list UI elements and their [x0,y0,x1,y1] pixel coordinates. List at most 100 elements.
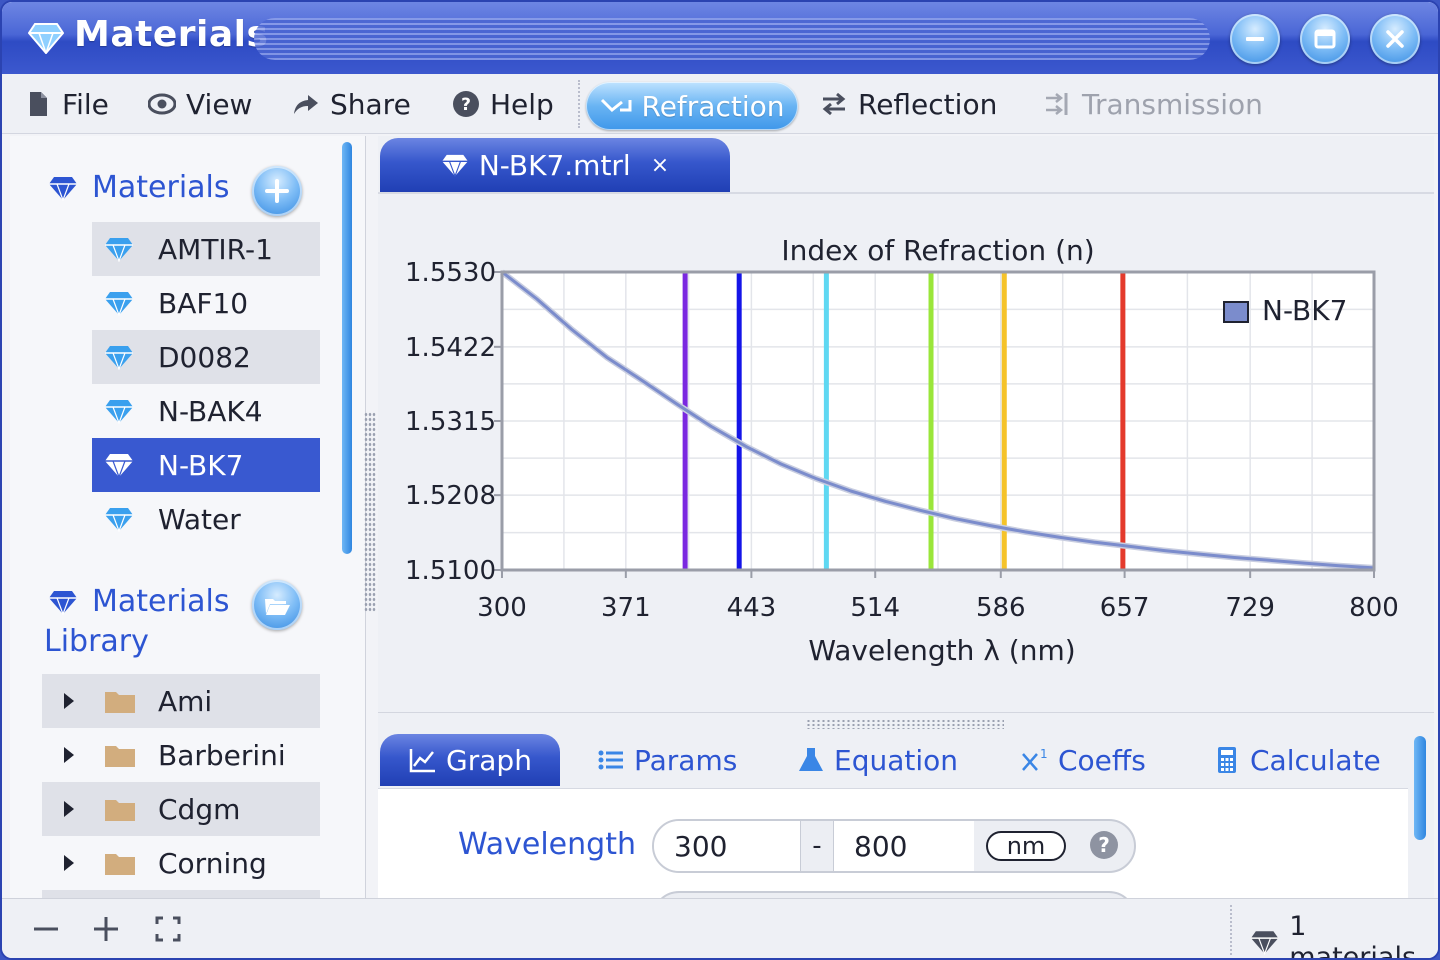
flask-icon [799,748,823,771]
help-menu[interactable]: ? Help [452,84,554,124]
x-tick-label: 657 [1100,593,1150,623]
tab-coeffs[interactable]: 1 Coeffs [1020,734,1146,786]
status-count: 1 materials [1289,911,1417,960]
material-label: BAF10 [158,286,249,320]
material-item-water[interactable]: Water [92,492,320,546]
vertical-splitter-handle[interactable] [364,412,376,612]
tab-coeffs-label: Coeffs [1058,743,1146,777]
refraction-chart-area: 300 371 443 514 586 657 729 800 1.5530 1.5422 1.53… [378,194,1434,714]
reflection-label: Reflection [858,87,998,121]
second-range-field[interactable] [652,891,1136,898]
x-axis-label: Wavelength λ (nm) [808,634,1075,667]
folder-open-icon [265,599,290,615]
y-tick-label: 1.5315 [405,407,496,437]
x-tick-label: 514 [850,593,900,623]
chart-title: Index of Refraction (n) [781,234,1094,267]
x-tick-label: 586 [976,593,1026,623]
transmission-button[interactable]: Transmission [1044,84,1263,124]
title-drag-grip[interactable] [254,18,1210,60]
material-item-d0082[interactable]: D0082 [92,330,320,384]
reflection-icon [822,92,846,116]
tab-equation[interactable]: Equation [796,734,958,786]
zoom-out-icon[interactable] [30,913,62,945]
list-icon [598,750,623,770]
library-label: Cdgm [158,792,241,826]
tab-calculate[interactable]: Calculate [1212,734,1381,786]
folder-icon [105,800,135,821]
refraction-button[interactable]: Refraction [586,82,798,130]
share-icon [294,95,318,114]
view-menu[interactable]: View [148,84,252,124]
materials-sidebar: Materials AMTIR-1 BAF10 D0082 N-BAK4 N-B… [10,136,366,898]
y-tick-label: 1.5530 [405,258,496,288]
reflection-button[interactable]: Reflection [820,84,997,124]
document-area: N-BK7.mtrl × 300 371 443 514 586 657 729 800 1.5… [378,136,1434,898]
x-tick-label: 371 [601,593,651,623]
library-item-barberini[interactable]: Barberini [42,728,320,782]
bottom-tab-bar: Graph Params Equation 1 Coeffs Calculate [378,732,1434,788]
materials-section-title: Materials [92,170,230,205]
file-menu[interactable]: File [24,84,109,124]
range-dash: - [800,821,834,871]
close-tab-icon[interactable]: × [651,153,669,178]
tab-graph[interactable]: Graph [380,734,560,786]
share-menu-label: Share [330,87,411,121]
tab-params[interactable]: Params [596,734,737,786]
library-section-header: Materials [48,584,230,619]
status-separator [1230,905,1232,955]
library-label: Ami [158,684,213,718]
settings-scrollbar[interactable] [1414,736,1426,840]
minimize-button[interactable] [1230,14,1280,64]
library-item-ami[interactable]: Ami [42,674,320,728]
material-label: N-BAK4 [158,394,263,428]
x-tick-label: 443 [727,593,777,623]
material-label: N-BK7 [158,448,244,482]
material-item-baf10[interactable]: BAF10 [92,276,320,330]
wavelength-from-input[interactable]: 300 [654,821,800,871]
title-bar[interactable]: Materials [2,2,1438,74]
material-item-n-bak4[interactable]: N-BAK4 [92,384,320,438]
materials-section-header: Materials [48,170,230,205]
x-tick-label: 300 [477,593,527,623]
add-material-button[interactable] [252,166,302,216]
close-button[interactable] [1370,14,1420,64]
open-library-button[interactable] [252,580,302,630]
library-label: Barberini [158,738,286,772]
material-label: AMTIR-1 [158,232,273,266]
library-item-cdgm[interactable]: Cdgm [42,782,320,836]
legend-swatch [1223,301,1249,323]
expand-arrow-icon[interactable] [64,693,74,709]
library-item-corning[interactable]: Corning [42,836,320,890]
wavelength-to-input[interactable]: 800 [834,821,974,871]
minimize-icon [1246,37,1264,41]
library-item-partial[interactable] [42,890,320,898]
gem-icon [105,346,133,370]
legend-label: N-BK7 [1262,294,1347,327]
file-menu-label: File [62,87,109,121]
status-text: 1 materials [1250,911,1438,960]
folder-icon [105,854,135,875]
refraction-label: Refraction [641,89,785,123]
material-item-amtir-1[interactable]: AMTIR-1 [92,222,320,276]
gem-icon [1250,931,1279,955]
expand-arrow-icon[interactable] [64,747,74,763]
unit-select[interactable]: nm [986,831,1066,861]
expand-arrow-icon[interactable] [64,801,74,817]
material-label: D0082 [158,340,251,374]
material-item-n-bk7[interactable]: N-BK7 [92,438,320,492]
help-icon[interactable]: ? [1090,831,1118,859]
expand-arrow-icon[interactable] [64,855,74,871]
y-tick-label: 1.5422 [405,333,496,363]
splitter-grip[interactable] [806,719,1004,729]
zoom-in-icon[interactable] [90,913,122,945]
sidebar-scrollbar[interactable] [342,142,352,554]
gem-icon [441,154,468,177]
fullscreen-icon[interactable] [152,913,184,945]
share-menu[interactable]: Share [292,84,411,124]
document-tab[interactable]: N-BK7.mtrl × [380,138,730,192]
maximize-button[interactable] [1300,14,1350,64]
superscript-icon: 1 [1022,747,1048,771]
app-window: Materials File View Share ? Help Refract… [0,0,1440,960]
gem-icon [105,292,133,316]
horizontal-splitter[interactable] [378,712,1434,732]
